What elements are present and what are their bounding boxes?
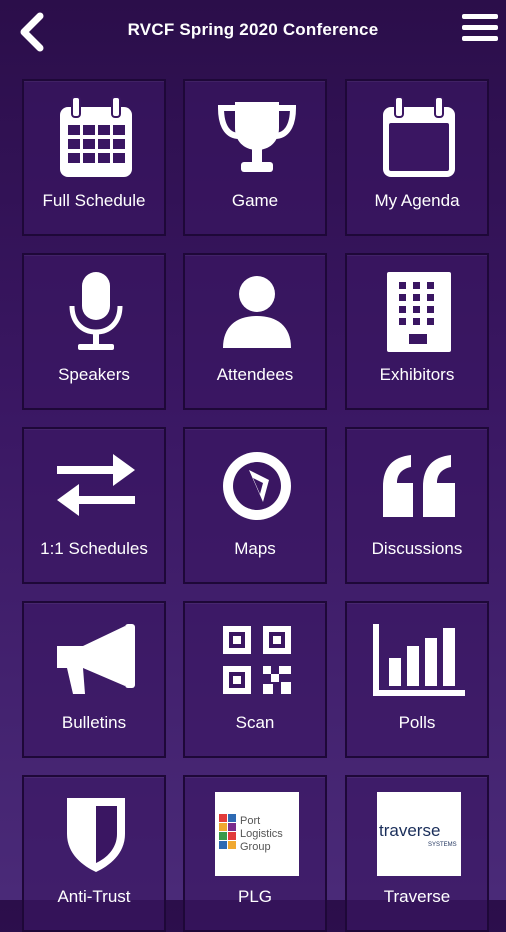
svg-text:SYSTEMS: SYSTEMS — [428, 842, 457, 848]
tile-my-agenda[interactable]: My Agenda — [345, 79, 489, 236]
tile-label: Speakers — [58, 365, 130, 384]
qr-code-icon — [207, 617, 307, 703]
svg-text:Port: Port — [240, 815, 260, 827]
menu-button[interactable] — [462, 14, 498, 48]
tile-label: My Agenda — [374, 191, 460, 210]
person-icon — [207, 269, 307, 355]
tile-polls[interactable]: Polls — [345, 601, 489, 758]
tile-label: PLG — [237, 887, 273, 906]
compass-icon — [207, 443, 307, 529]
hamburger-icon — [462, 14, 498, 19]
tile-label: Anti-Trust — [57, 887, 131, 906]
tile-bulletins[interactable]: Bulletins — [22, 601, 166, 758]
tile-label: 1:1 Schedules — [40, 539, 148, 558]
tile-label: Discussions — [371, 539, 463, 558]
tile-label: Game — [231, 191, 279, 210]
trophy-icon — [207, 95, 307, 181]
top-bar: RVCF Spring 2020 Conference — [0, 0, 506, 66]
swap-arrows-icon — [46, 443, 146, 529]
tile-label: Full Schedule — [42, 191, 146, 210]
tile-speakers[interactable]: Speakers — [22, 253, 166, 410]
shield-icon — [46, 791, 146, 877]
svg-text:traverse: traverse — [379, 821, 440, 840]
calendar-icon — [369, 95, 469, 181]
tile-scan[interactable]: Scan — [183, 601, 327, 758]
tile-exhibitors[interactable]: Exhibitors — [345, 253, 489, 410]
tile-label: Attendees — [216, 365, 294, 384]
tile-one-on-one-schedules[interactable]: 1:1 Schedules — [22, 427, 166, 584]
port-logistics-group-logo: Port Logistics Group — [215, 792, 299, 876]
tile-plg[interactable]: Port Logistics Group PLG — [183, 775, 327, 932]
back-button[interactable] — [14, 10, 54, 54]
quote-icon — [369, 443, 469, 529]
tile-label: Bulletins — [61, 713, 127, 732]
tile-label: Polls — [398, 713, 436, 732]
tile-maps[interactable]: Maps — [183, 427, 327, 584]
tile-attendees[interactable]: Attendees — [183, 253, 327, 410]
tile-label: Exhibitors — [379, 365, 455, 384]
traverse-logo: traverse SYSTEMS — [377, 792, 461, 876]
tile-label: Traverse — [383, 887, 451, 906]
tile-game[interactable]: Game — [183, 79, 327, 236]
tile-traverse[interactable]: traverse SYSTEMS Traverse — [345, 775, 489, 932]
svg-text:Logistics: Logistics — [240, 828, 283, 840]
page-title: RVCF Spring 2020 Conference — [127, 20, 379, 39]
tile-full-schedule[interactable]: Full Schedule — [22, 79, 166, 236]
tile-label: Maps — [234, 539, 276, 558]
calendar-grid-icon — [46, 95, 146, 181]
chevron-left-icon — [20, 12, 44, 52]
microphone-icon — [46, 269, 146, 355]
megaphone-icon — [46, 617, 146, 703]
building-icon — [369, 269, 469, 355]
tile-discussions[interactable]: Discussions — [345, 427, 489, 584]
bar-chart-icon — [369, 617, 469, 703]
tile-label: Scan — [235, 713, 275, 732]
tile-anti-trust[interactable]: Anti-Trust — [22, 775, 166, 932]
svg-text:Group: Group — [240, 841, 271, 853]
